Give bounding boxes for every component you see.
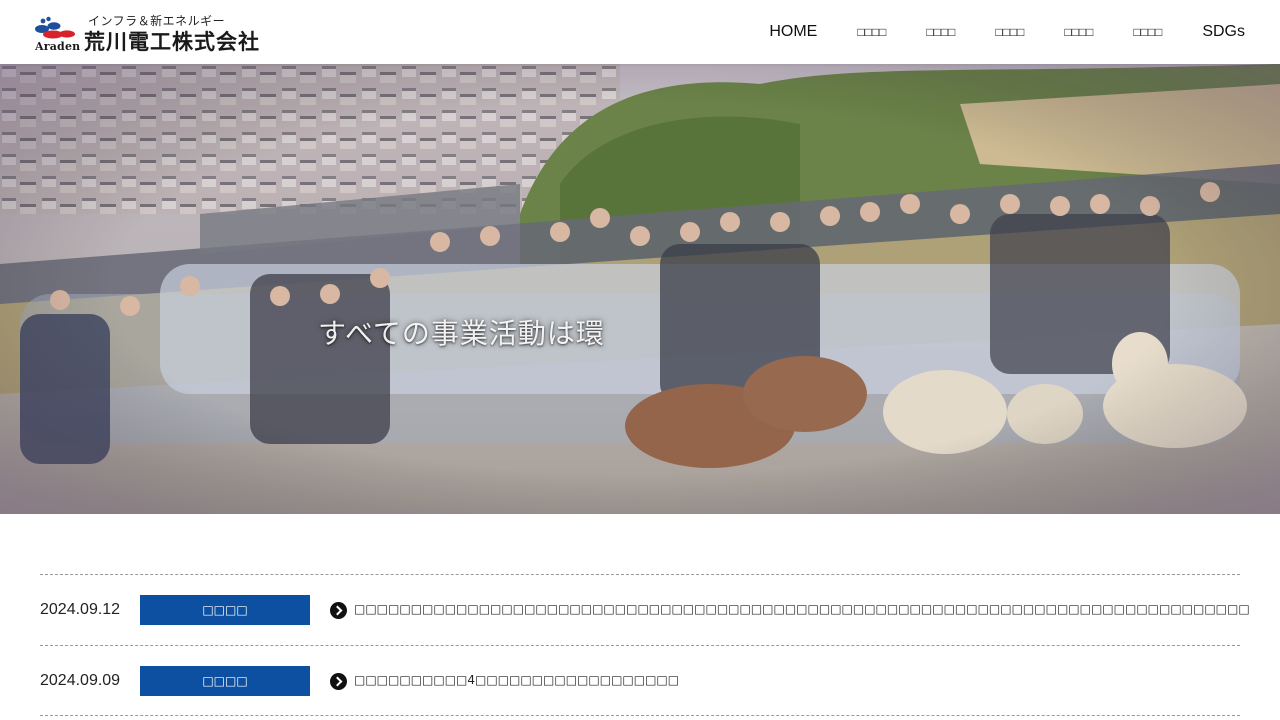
news-title-link[interactable]: □□□□□□□□□□□□□□□□□□□□□□□□□□□□□□□□□□□□□□□□…: [354, 602, 1250, 616]
news-category-badge: □□□□: [140, 595, 310, 625]
news-category-badge: □□□□: [140, 666, 310, 696]
nav-item-4[interactable]: □□□□: [995, 25, 1024, 39]
nav-home[interactable]: HOME: [769, 23, 817, 41]
news-date: 2024.09.09: [40, 672, 121, 689]
news-title-link[interactable]: □□□□□□□□□□4□□□□□□□□□□□□□□□□□□: [354, 673, 679, 687]
company-logo[interactable]: Araden インフラ＆新エネルギー 荒川電工株式会社: [34, 12, 279, 54]
hero-caption: すべての事業活動は環: [318, 317, 605, 350]
news-date: 2024.09.12: [40, 601, 121, 618]
news-item[interactable]: 2024.09.12 □□□□ □□□□□□□□□□□□□□□□□□□□□□□□…: [40, 574, 1250, 645]
logo-mark-icon: [35, 16, 75, 39]
nav-item-5[interactable]: □□□□: [1064, 25, 1093, 39]
hero-photo: [0, 64, 1280, 514]
news-list: 2024.09.12 □□□□ □□□□□□□□□□□□□□□□□□□□□□□□…: [40, 574, 1250, 716]
nav-sdgs[interactable]: SDGs: [1202, 23, 1245, 41]
chevron-right-icon: [330, 602, 347, 619]
logo-english-name: Araden: [35, 40, 81, 53]
main-nav: HOME □□□□ □□□□ □□□□ □□□□ □□□□ SDGs: [729, 0, 1245, 64]
logo-company-name: 荒川電工株式会社: [84, 30, 260, 54]
nav-item-2[interactable]: □□□□: [857, 25, 886, 39]
news-item[interactable]: 2024.09.09 □□□□ □□□□□□□□□□4□□□□□□□□□□□□□…: [40, 645, 1240, 716]
hero-banner: すべての事業活動は環: [0, 64, 1280, 514]
nav-item-3[interactable]: □□□□: [926, 25, 955, 39]
nav-item-6[interactable]: □□□□: [1133, 25, 1162, 39]
chevron-right-icon: [330, 673, 347, 690]
site-header: Araden インフラ＆新エネルギー 荒川電工株式会社 HOME □□□□ □□…: [0, 0, 1280, 64]
